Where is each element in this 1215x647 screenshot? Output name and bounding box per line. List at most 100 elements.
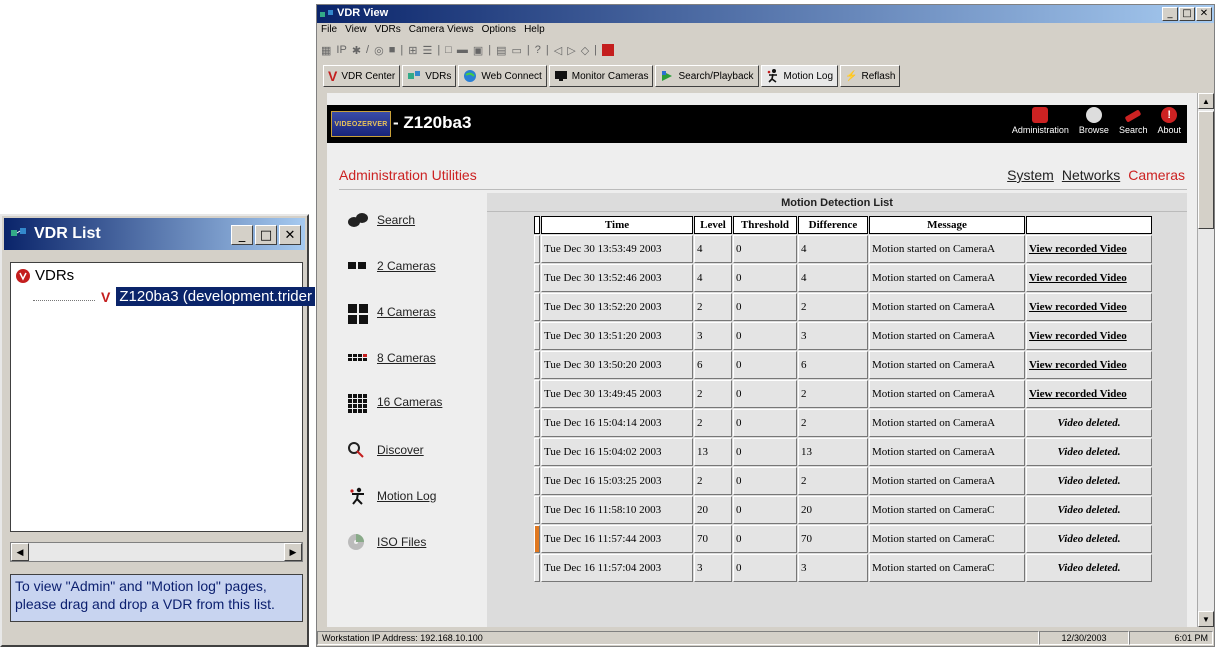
grid-icon[interactable]: ⊞ — [408, 44, 417, 57]
drag-hint: To view "Admin" and "Motion log" pages, … — [10, 574, 303, 622]
cell-message: Motion started on CameraA — [869, 438, 1025, 466]
horizontal-scrollbar[interactable]: ◀ ▶ — [10, 542, 303, 562]
app-title: VDR View — [337, 7, 389, 19]
edit-icon[interactable]: / — [366, 44, 369, 56]
cell-time: Tue Dec 16 15:04:14 2003 — [541, 409, 693, 437]
about-label: About — [1157, 125, 1181, 135]
link-networks[interactable]: Networks — [1062, 167, 1120, 183]
menu-file[interactable]: File — [321, 24, 337, 39]
search-link[interactable]: Search — [1119, 107, 1147, 135]
vdr-list-window: VDR List _ □ ✕ VDRs V Z120ba3 (developme… — [0, 214, 315, 647]
vdr-list-titlebar[interactable]: VDR List _ □ ✕ — [4, 218, 305, 250]
view-recorded-video-link[interactable]: View recorded Video — [1026, 235, 1152, 263]
maximize-button[interactable]: □ — [1179, 7, 1195, 21]
minimize-button[interactable]: _ — [1162, 7, 1178, 21]
nav-16-cameras[interactable]: 16 Cameras — [347, 393, 443, 413]
nav-iso-files[interactable]: ISO Files — [347, 533, 426, 551]
help-icon[interactable]: ? — [535, 44, 541, 56]
minimize-button[interactable]: _ — [231, 225, 253, 245]
ip-label[interactable]: IP — [336, 44, 346, 56]
video-deleted-text: Video deleted. — [1026, 554, 1152, 582]
cell-time: Tue Dec 16 11:57:04 2003 — [541, 554, 693, 582]
scroll-thumb[interactable] — [1198, 111, 1214, 229]
cell-threshold: 0 — [733, 554, 797, 582]
stop-icon[interactable]: ■ — [389, 44, 396, 56]
separator-icon: | — [488, 44, 492, 56]
cell-level: 3 — [694, 322, 732, 350]
motion-detection-table: Time Level Threshold Difference Message … — [533, 215, 1153, 583]
print-icon[interactable]: ▤ — [496, 44, 506, 57]
nav-search[interactable]: Search — [347, 211, 415, 229]
save-icon[interactable]: ▣ — [473, 44, 483, 57]
menu-camera-views[interactable]: Camera Views — [409, 24, 474, 39]
tab-reflash[interactable]: ⚡ Reflash — [840, 65, 901, 87]
close-button[interactable]: ✕ — [1196, 7, 1212, 21]
admin-icon — [1032, 107, 1049, 123]
record-icon[interactable] — [602, 44, 615, 56]
back-icon[interactable]: ◁ — [554, 44, 562, 57]
link-cameras[interactable]: Cameras — [1128, 167, 1185, 183]
scroll-left-arrow-icon[interactable]: ◀ — [11, 543, 29, 561]
row-indicator — [534, 554, 540, 582]
browse-link[interactable]: Browse — [1079, 107, 1109, 135]
folder-icon[interactable]: ▭ — [512, 44, 522, 57]
properties-icon[interactable]: ▦ — [321, 44, 331, 57]
scroll-right-arrow-icon[interactable]: ▶ — [284, 543, 302, 561]
cell-difference: 2 — [798, 380, 868, 408]
tab-vdrs[interactable]: VDRs — [402, 65, 457, 87]
table-caption: Motion Detection List — [781, 197, 893, 209]
cell-message: Motion started on CameraA — [869, 380, 1025, 408]
top-nav-icons: Administration Browse Search ! About — [1012, 107, 1181, 135]
menu-options[interactable]: Options — [482, 24, 516, 39]
nav-discover[interactable]: Discover — [347, 441, 424, 459]
tab-motion-log[interactable]: Motion Log — [760, 65, 839, 87]
tab-search-playback[interactable]: Search/Playback — [655, 65, 759, 87]
tab-label: VDRs — [425, 70, 452, 82]
view-recorded-video-link[interactable]: View recorded Video — [1026, 380, 1152, 408]
cell-difference: 70 — [798, 525, 868, 553]
cell-message: Motion started on CameraA — [869, 409, 1025, 437]
menu-help[interactable]: Help — [524, 24, 545, 39]
scroll-down-arrow-icon[interactable]: ▼ — [1198, 611, 1214, 627]
camera-icon[interactable]: ◎ — [374, 44, 384, 57]
cell-level: 70 — [694, 525, 732, 553]
browse-label: Browse — [1078, 125, 1109, 135]
close-button[interactable]: ✕ — [279, 225, 301, 245]
table-row: Tue Dec 16 11:58:10 2003 20 0 20 Motion star… — [534, 496, 1152, 524]
open-icon[interactable]: ▬ — [457, 44, 468, 56]
cell-message: Motion started on CameraA — [869, 235, 1025, 263]
menu-view[interactable]: View — [345, 24, 367, 39]
refresh-icon[interactable]: ◇ — [581, 44, 589, 57]
vertical-scrollbar[interactable]: ▲ ▼ — [1197, 93, 1214, 627]
nav-motion-log[interactable]: Motion Log — [347, 487, 436, 505]
view-recorded-video-link[interactable]: View recorded Video — [1026, 264, 1152, 292]
view-recorded-video-link[interactable]: View recorded Video — [1026, 322, 1152, 350]
tree-item-vdr[interactable]: V Z120ba3 (development.trider — [33, 287, 315, 306]
cell-threshold: 0 — [733, 467, 797, 495]
view-recorded-video-link[interactable]: View recorded Video — [1026, 351, 1152, 379]
vdr-tree[interactable]: VDRs V Z120ba3 (development.trider — [10, 262, 315, 532]
list-icon[interactable]: ☰ — [422, 44, 432, 57]
tools-icon[interactable]: ✱ — [352, 44, 361, 57]
maximize-button[interactable]: □ — [255, 225, 277, 245]
nav-4-cameras[interactable]: 4 Cameras — [347, 303, 436, 324]
row-indicator — [534, 496, 540, 524]
menu-vdrs[interactable]: VDRs — [375, 24, 401, 39]
about-link[interactable]: ! About — [1157, 107, 1181, 135]
tab-monitor-cameras[interactable]: Monitor Cameras — [548, 65, 654, 87]
administration-link[interactable]: Administration — [1012, 107, 1069, 135]
scroll-up-arrow-icon[interactable]: ▲ — [1198, 93, 1214, 109]
app-titlebar[interactable]: VDR View _ □ ✕ — [317, 5, 1214, 23]
nav-2-cameras[interactable]: 2 Cameras — [347, 257, 436, 275]
cell-threshold: 0 — [733, 351, 797, 379]
col-time: Time — [541, 216, 693, 234]
tab-vdr-center[interactable]: V VDR Center — [323, 65, 401, 87]
tree-root-vdrs[interactable]: VDRs — [15, 267, 74, 284]
nav-label: 16 Cameras — [377, 395, 443, 409]
forward-icon[interactable]: ▷ — [567, 44, 575, 57]
link-system[interactable]: System — [1007, 167, 1054, 183]
nav-8-cameras[interactable]: 8 Cameras — [347, 349, 436, 367]
view-recorded-video-link[interactable]: View recorded Video — [1026, 293, 1152, 321]
new-icon[interactable]: □ — [445, 44, 452, 56]
tab-web-connect[interactable]: Web Connect — [458, 65, 547, 87]
